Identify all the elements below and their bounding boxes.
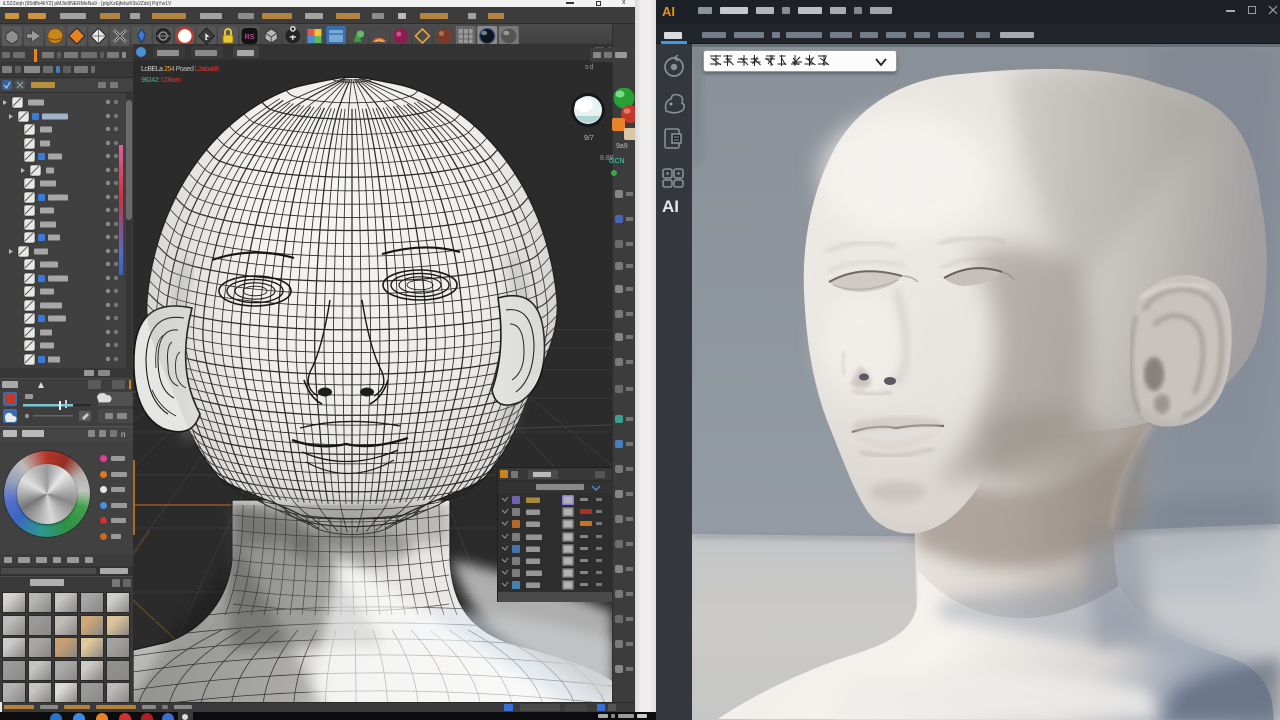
svg-text:8.88: 8.88 — [600, 155, 614, 162]
svg-text:n: n — [121, 430, 125, 439]
svg-text:9a9: 9a9 — [616, 143, 628, 150]
svg-text:RS: RS — [245, 34, 255, 41]
svg-text:9/7: 9/7 — [584, 135, 594, 142]
